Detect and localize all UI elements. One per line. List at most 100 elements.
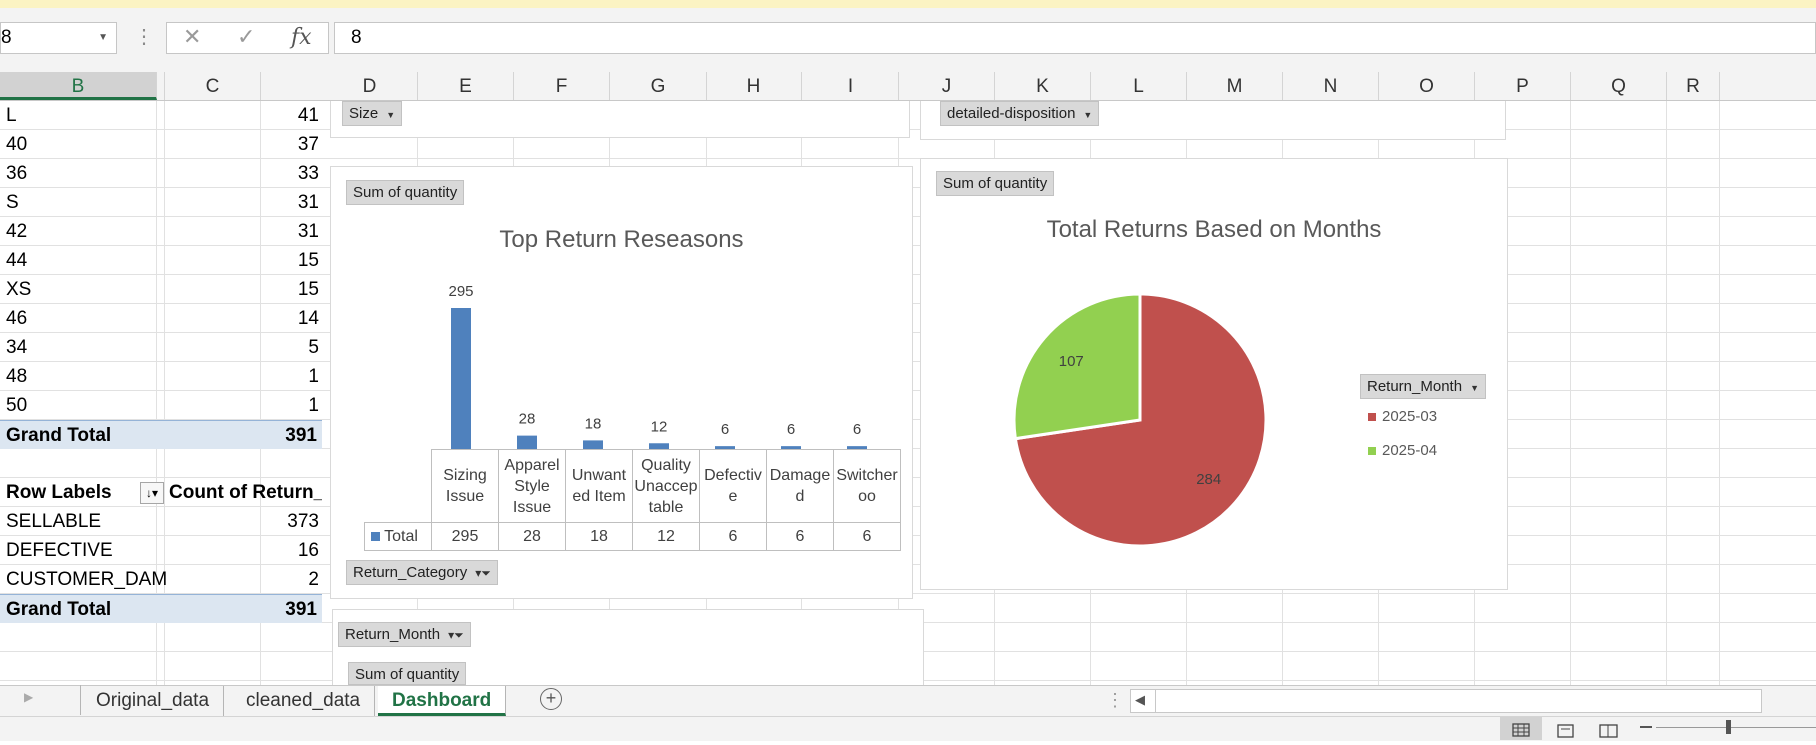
legend-label: 2025-04 — [1382, 442, 1438, 459]
value-cell: 12 — [632, 522, 700, 551]
column-header-l[interactable]: L — [1091, 72, 1187, 100]
name-box[interactable]: 8 ▼ — [0, 22, 117, 54]
row-value[interactable]: 31 — [166, 188, 322, 217]
grand-total-row[interactable]: Grand Total 391 — [0, 594, 322, 623]
column-header-m[interactable]: M — [1187, 72, 1283, 100]
status-bar — [0, 716, 1816, 741]
row-value[interactable]: 31 — [166, 217, 322, 246]
category-label: Style — [514, 477, 550, 495]
column-header-p[interactable]: P — [1475, 72, 1571, 100]
size-filter-button[interactable]: Size ▼ — [342, 101, 403, 126]
row-label[interactable]: 42 — [6, 217, 156, 246]
column-header-k[interactable]: K — [995, 72, 1091, 100]
column-header-q[interactable]: Q — [1571, 72, 1667, 100]
name-box-value: 8 — [1, 27, 12, 48]
chevron-down-icon[interactable]: ▼ — [98, 23, 108, 53]
row-value[interactable]: 16 — [166, 536, 322, 565]
row-label[interactable]: S — [6, 188, 156, 217]
column-header-n[interactable]: N — [1283, 72, 1379, 100]
return-month-legend-button[interactable]: Return_Month ▼ — [1360, 374, 1486, 399]
row-labels-header[interactable]: Row Labels — [6, 478, 156, 507]
category-label: Unwant — [571, 467, 627, 484]
row-value[interactable]: 15 — [166, 246, 322, 275]
column-header-o[interactable]: O — [1379, 72, 1475, 100]
column-header-h[interactable]: H — [706, 72, 802, 100]
return-month-label: Return_Month — [1367, 378, 1463, 395]
size-filter-label: Size — [349, 105, 379, 122]
legend-entry: 2025-04 — [1368, 442, 1437, 459]
column-header-f[interactable]: F — [514, 72, 610, 100]
row-value[interactable]: 5 — [166, 333, 322, 362]
more-dots-icon[interactable]: ⋮ — [134, 24, 154, 49]
row-label[interactable]: SELLABLE — [6, 507, 166, 536]
bar[interactable] — [517, 435, 537, 449]
row-value[interactable]: 33 — [166, 159, 322, 188]
bar[interactable] — [451, 308, 471, 449]
grand-total-label: Grand Total — [6, 599, 112, 620]
row-label[interactable]: 34 — [6, 333, 156, 362]
sheet-tab-dashboard[interactable]: Dashboard — [378, 686, 507, 716]
column-header-e[interactable]: E — [418, 72, 514, 100]
column-header-g[interactable]: G — [610, 72, 707, 100]
column-header-d[interactable]: D — [322, 72, 418, 100]
return-category-filter-button[interactable]: Return_Category ▾⏷ — [346, 560, 498, 585]
grid-column-line — [1570, 101, 1571, 685]
row-label[interactable]: 50 — [6, 391, 156, 420]
column-header-r[interactable]: R — [1667, 72, 1720, 100]
sum-of-quantity-button[interactable]: Sum of quantity — [348, 662, 467, 685]
row-label[interactable]: 46 — [6, 304, 156, 333]
bar-data-label: 295 — [448, 283, 473, 300]
category-cell: Defectiv e — [699, 449, 767, 523]
bar[interactable] — [583, 440, 603, 449]
row-value[interactable]: 1 — [166, 362, 322, 391]
return-month-filter-button[interactable]: Return_Month ▾⏷ — [338, 622, 471, 647]
insert-function-icon[interactable]: fx — [291, 25, 312, 50]
disposition-filter-button[interactable]: detailed-disposition ▼ — [940, 101, 1100, 126]
value-header[interactable]: Count of Return_ — [169, 478, 322, 507]
bar-data-label: 12 — [651, 418, 668, 435]
row-value[interactable]: 41 — [166, 101, 322, 130]
row-label[interactable]: DEFECTIVE — [6, 536, 166, 565]
row-value[interactable]: 15 — [166, 275, 322, 304]
normal-view-icon[interactable] — [1500, 717, 1542, 740]
grid-column-line — [1666, 101, 1667, 685]
formula-input[interactable]: 8 — [334, 22, 1816, 54]
grand-total-row[interactable]: Grand Total 391 — [0, 420, 322, 449]
column-header-i[interactable]: I — [803, 72, 899, 100]
sheet-tab-cleaned-data[interactable]: cleaned_data — [232, 686, 376, 716]
row-value[interactable]: 373 — [166, 507, 322, 536]
legend-key — [1368, 413, 1376, 421]
horizontal-scrollbar[interactable]: ◀ — [1130, 689, 1762, 713]
row-label[interactable]: XS — [6, 275, 156, 304]
scroll-tabs-left-icon[interactable]: ▶ — [24, 690, 33, 704]
row-value[interactable]: 14 — [166, 304, 322, 333]
scroll-left-icon[interactable]: ◀ — [1135, 692, 1145, 708]
column-header-b[interactable]: B — [0, 72, 157, 100]
row-label[interactable]: 48 — [6, 362, 156, 391]
add-sheet-icon[interactable]: + — [540, 688, 562, 710]
size-chart-panel[interactable] — [330, 101, 910, 138]
column-header-c[interactable]: C — [165, 72, 261, 100]
row-label[interactable]: L — [6, 101, 156, 130]
sort-filter-icon[interactable]: ↓▾ — [140, 482, 164, 504]
sheet-tab-original-data[interactable]: Original_data — [82, 686, 225, 716]
zoom-slider[interactable] — [1656, 727, 1816, 728]
filter-icon: ▾⏷ — [475, 566, 491, 580]
row-value[interactable]: 2 — [166, 565, 322, 594]
row-label[interactable]: CUSTOMER_DAM — [6, 565, 166, 594]
row-value[interactable]: 37 — [166, 130, 322, 159]
more-dots-icon[interactable]: ⋮ — [1106, 690, 1124, 711]
row-value[interactable]: 1 — [166, 391, 322, 420]
value-cell: 18 — [565, 522, 633, 551]
zoom-out-icon[interactable] — [1640, 726, 1652, 728]
column-header-j[interactable]: J — [899, 72, 995, 100]
row-label[interactable]: 44 — [6, 246, 156, 275]
category-cell: Switcher oo — [833, 449, 901, 523]
sum-of-quantity-button[interactable]: Sum of quantity — [936, 171, 1055, 196]
value-cell: 28 — [498, 522, 566, 551]
enter-icon[interactable]: ✓ — [237, 25, 255, 50]
row-label[interactable]: 36 — [6, 159, 156, 188]
row-label[interactable]: 40 — [6, 130, 156, 159]
zoom-slider-thumb[interactable] — [1726, 720, 1731, 734]
cancel-icon[interactable]: ✕ — [183, 25, 201, 50]
